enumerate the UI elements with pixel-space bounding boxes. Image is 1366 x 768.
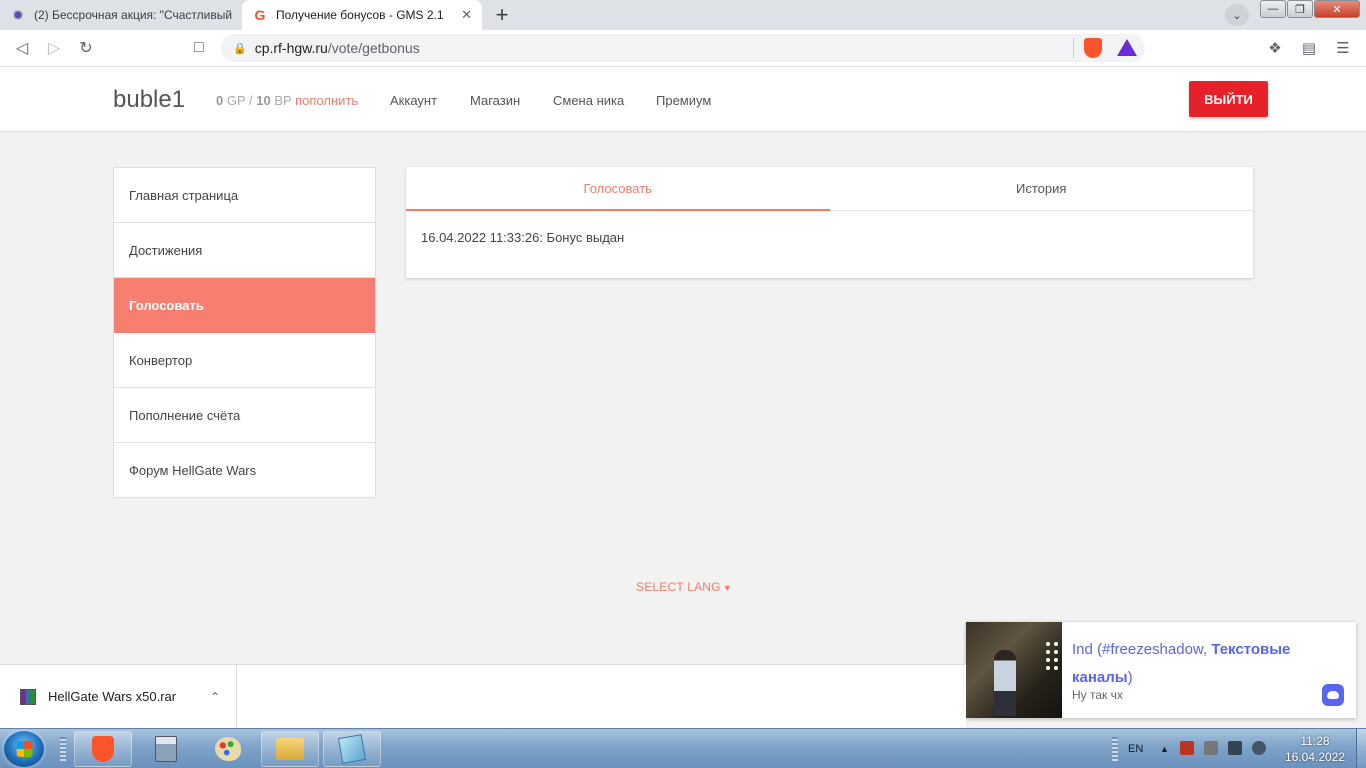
start-button[interactable] <box>4 731 44 767</box>
taskbar-clock[interactable]: 11:28 16.04.2022 <box>1280 733 1350 765</box>
notification-title: Ind (#freezeshadow, Текстовые каналы) <box>1072 641 1291 686</box>
vote-card: Голосовать История 16.04.2022 11:33:26: … <box>406 167 1253 278</box>
url-text: cp.rf-hgw.ru/vote/getbonus <box>254 40 420 56</box>
site-header: buble1 0 GP / 10 BP пополнить Аккаунт Ма… <box>0 67 1366 132</box>
notification-message: Ну так чх <box>1072 688 1123 702</box>
tab-title: Получение бонусов - GMS 2.1 <box>276 8 444 22</box>
gms-favicon-icon: G <box>254 7 266 23</box>
window-close-icon[interactable]: ✕ <box>1314 0 1360 18</box>
logout-button[interactable]: ВЫЙТИ <box>1189 81 1268 117</box>
taskbar-paint[interactable] <box>199 731 257 767</box>
chevron-up-icon[interactable]: ⌃ <box>210 690 220 704</box>
volume-muted-icon[interactable] <box>1252 741 1266 755</box>
tab-search-chevron-icon[interactable]: ⌄ <box>1225 4 1249 26</box>
sidebar-item-topup[interactable]: Пополнение счёта <box>114 388 375 443</box>
window-controls: — ❐ ✕ <box>1259 0 1360 18</box>
sidebar-item-forum[interactable]: Форум HellGate Wars <box>114 443 375 497</box>
browser-tab-active[interactable]: G Получение бонусов - GMS 2.1 ✕ <box>242 0 482 30</box>
sidebar-item-vote[interactable]: Голосовать <box>114 278 375 333</box>
taskbar-grip <box>60 737 66 761</box>
sidebar-item-home[interactable]: Главная страница <box>114 168 375 223</box>
browser-toolbar: ◁ ▷ ↻ □ 🔒 cp.rf-hgw.ru/vote/getbonus ❖ ▤… <box>0 30 1366 67</box>
back-arrow-icon[interactable]: ◁ <box>10 36 34 60</box>
windows-taskbar: EN ▲ 11:28 16.04.2022 <box>0 728 1366 768</box>
taskbar-explorer[interactable] <box>261 731 319 767</box>
sidebar-item-converter[interactable]: Конвертор <box>114 333 375 388</box>
lock-icon: 🔒 <box>233 42 247 55</box>
menu-hamburger-icon[interactable]: ☰ <box>1331 36 1355 60</box>
network-icon[interactable] <box>1228 741 1242 755</box>
browser-tab-inactive[interactable]: ✹ (2) Бессрочная акция: "Счастливый ч <box>0 0 242 30</box>
notepad-icon <box>337 734 367 764</box>
tray-device-icon[interactable] <box>1204 741 1218 755</box>
omnibox-divider <box>1073 38 1074 58</box>
bookmark-icon[interactable]: □ <box>187 36 211 60</box>
language-indicator[interactable]: EN <box>1128 729 1143 768</box>
tab-title: (2) Бессрочная акция: "Счастливый ч <box>34 8 232 22</box>
nav-change-nick[interactable]: Смена ника <box>553 93 624 108</box>
tab-vote[interactable]: Голосовать <box>406 167 830 211</box>
discord-notification[interactable]: Ind (#freezeshadow, Текстовые каналы) Ну… <box>966 622 1356 718</box>
nav-account[interactable]: Аккаунт <box>390 93 437 108</box>
taskbar-calculator[interactable] <box>137 731 195 767</box>
taskbar-notepad[interactable] <box>323 731 381 767</box>
new-tab-plus-icon[interactable]: + <box>490 2 514 27</box>
site-favicon-icon: ✹ <box>12 6 24 23</box>
select-lang-dropdown[interactable]: SELECT LANG ▼ <box>636 580 732 594</box>
browser-tab-strip: ✹ (2) Бессрочная акция: "Счастливый ч G … <box>0 0 1366 30</box>
brave-rewards-icon[interactable] <box>1117 39 1137 56</box>
caret-down-icon: ▼ <box>722 583 732 593</box>
paint-palette-icon <box>215 737 241 761</box>
calculator-icon <box>155 736 177 762</box>
card-tabs: Голосовать История <box>406 167 1253 211</box>
download-item[interactable]: HellGate Wars x50.rar ⌃ <box>0 665 237 728</box>
reload-icon[interactable]: ↻ <box>74 36 98 60</box>
brave-browser-icon <box>92 736 114 762</box>
username: buble1 <box>113 86 186 113</box>
topup-link[interactable]: пополнить <box>295 93 358 108</box>
balance: 0 GP / 10 BP пополнить <box>216 93 359 108</box>
tab-history[interactable]: История <box>830 167 1254 210</box>
maximize-icon[interactable]: ❐ <box>1287 0 1313 18</box>
tray-grip <box>1112 737 1118 761</box>
nav-premium[interactable]: Премиум <box>656 93 711 108</box>
wallet-icon[interactable]: ▤ <box>1297 36 1321 60</box>
taskbar-brave[interactable] <box>74 731 132 767</box>
tab-close-icon[interactable]: ✕ <box>461 7 472 23</box>
rar-archive-icon <box>20 688 36 705</box>
download-file-name: HellGate Wars x50.rar <box>48 689 177 704</box>
notification-avatar-photo <box>966 622 1062 718</box>
bonus-message: 16.04.2022 11:33:26: Бонус выдан <box>421 230 625 245</box>
nav-shop[interactable]: Магазин <box>470 93 520 108</box>
download-bar: HellGate Wars x50.rar ⌃ <box>0 664 966 728</box>
tray-expand-icon[interactable]: ▲ <box>1160 729 1169 768</box>
minimize-icon[interactable]: — <box>1260 0 1286 18</box>
address-bar[interactable]: 🔒 cp.rf-hgw.ru/vote/getbonus <box>221 34 1145 62</box>
brave-shields-icon[interactable] <box>1084 38 1102 58</box>
discord-logo-icon <box>1322 684 1344 706</box>
folder-icon <box>276 738 304 760</box>
sidebar: Главная страница Достижения Голосовать К… <box>113 167 376 498</box>
show-desktop-button[interactable] <box>1356 729 1366 768</box>
tray-app-icon[interactable] <box>1180 741 1194 755</box>
sidebar-item-achievements[interactable]: Достижения <box>114 223 375 278</box>
extensions-puzzle-icon[interactable]: ❖ <box>1263 36 1287 60</box>
forward-arrow-icon[interactable]: ▷ <box>42 36 66 60</box>
